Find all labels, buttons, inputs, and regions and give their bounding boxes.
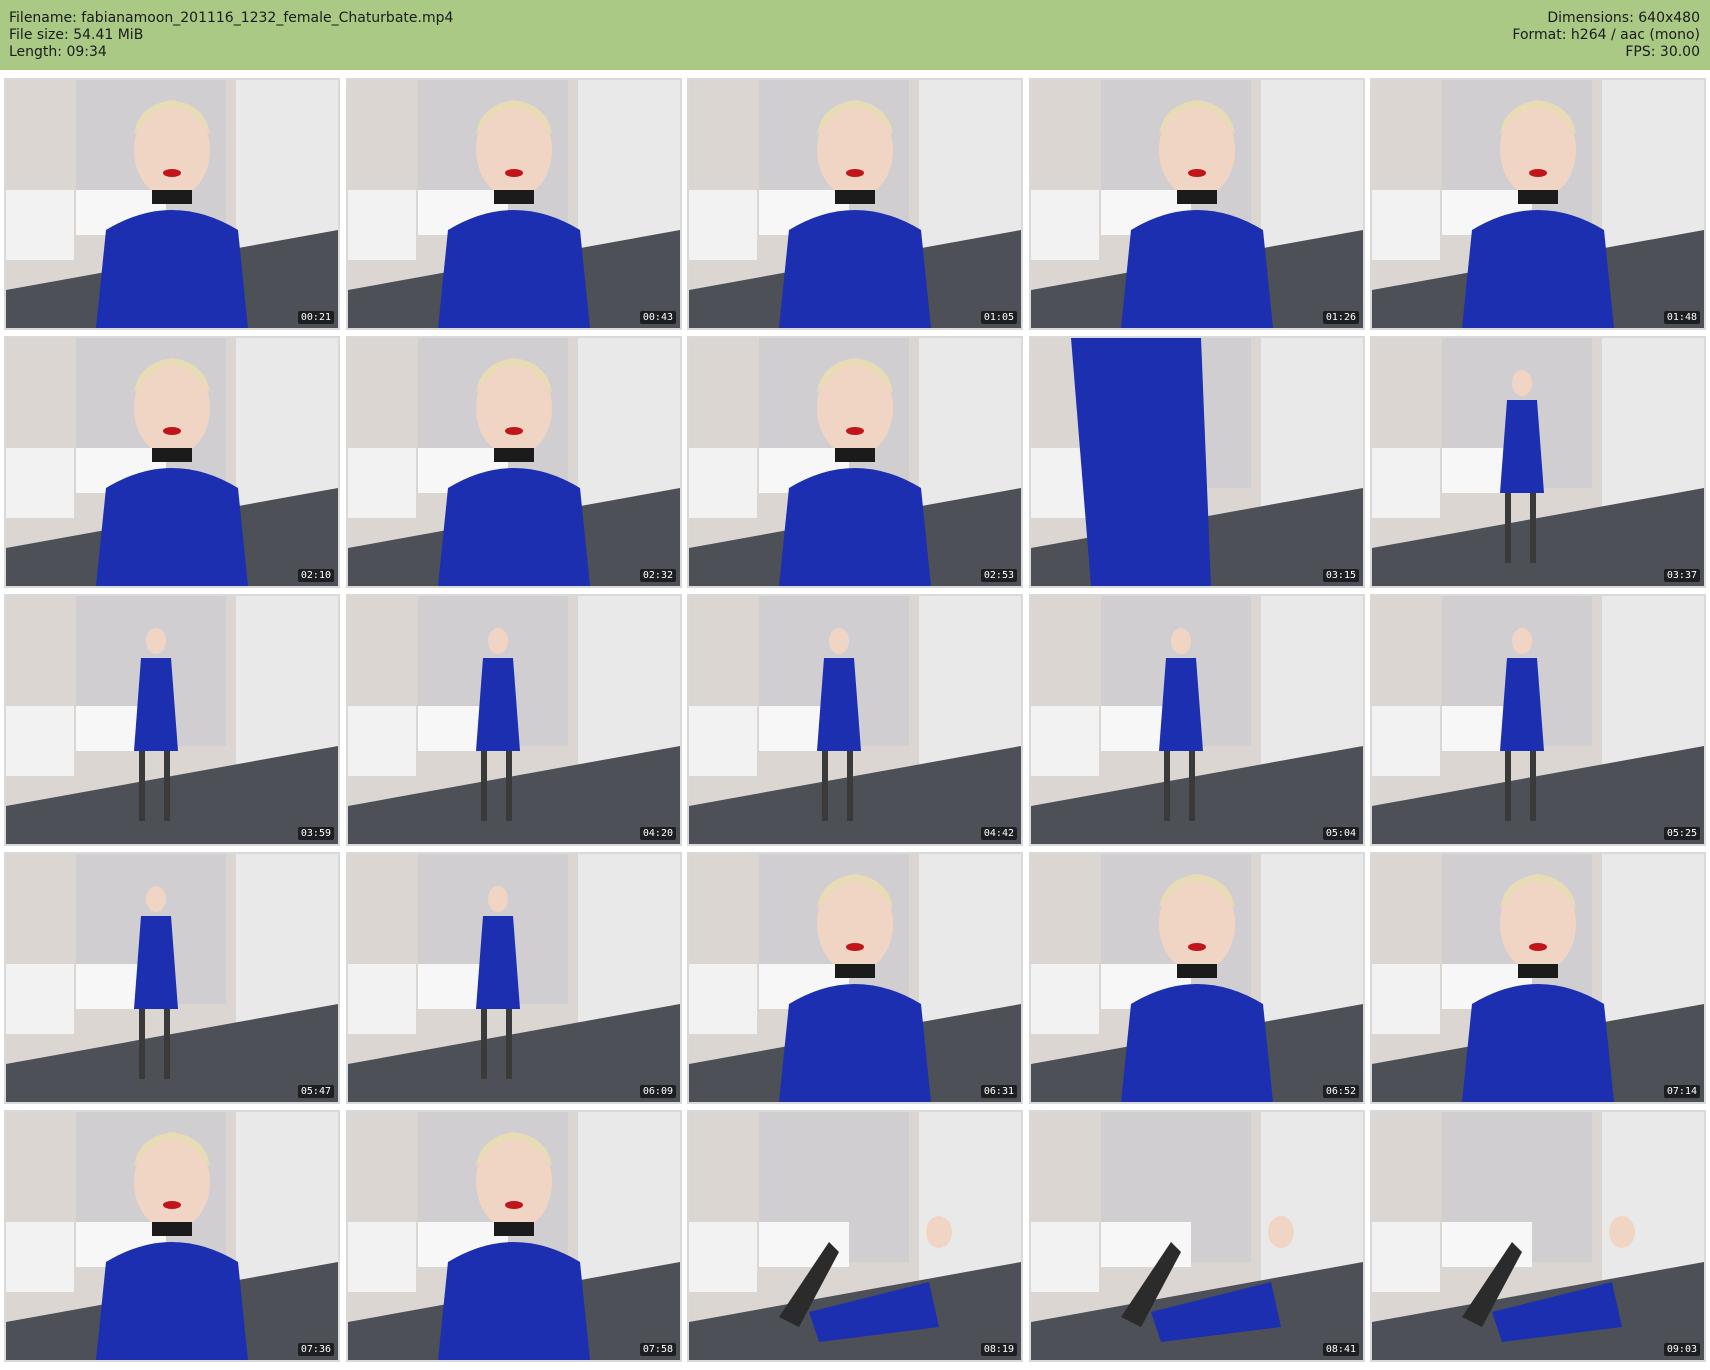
video-thumbnail[interactable]: 04:42 [687, 594, 1023, 846]
length-text: Length: 09:34 [9, 44, 107, 60]
thumbnail-timestamp: 07:14 [1663, 1085, 1700, 1098]
thumbnail-timestamp: 04:42 [980, 827, 1017, 840]
format-text: Format: h264 / aac (mono) [1512, 27, 1700, 43]
thumbnail-timestamp: 07:58 [639, 1343, 676, 1356]
thumbnail-timestamp: 05:47 [297, 1085, 334, 1098]
thumbnail-frame-image [1031, 854, 1363, 1102]
thumbnail-timestamp: 02:53 [980, 569, 1017, 582]
thumbnail-frame-image [1031, 80, 1363, 328]
thumbnail-timestamp: 01:26 [1322, 311, 1359, 324]
thumbnail-frame-image [348, 596, 680, 844]
video-thumbnail[interactable]: 02:10 [4, 336, 340, 588]
video-thumbnail[interactable]: 06:31 [687, 852, 1023, 1104]
video-thumbnail[interactable]: 05:47 [4, 852, 340, 1104]
thumbnail-frame-image [1031, 596, 1363, 844]
thumbnail-timestamp: 02:32 [639, 569, 676, 582]
thumbnail-frame-image [6, 80, 338, 328]
thumbnail-frame-image [348, 854, 680, 1102]
video-thumbnail[interactable]: 00:43 [346, 78, 682, 330]
thumbnail-frame-image [348, 80, 680, 328]
video-thumbnail[interactable]: 07:58 [346, 1110, 682, 1362]
thumbnail-frame-image [1031, 1112, 1363, 1360]
filename-text: Filename: fabianamoon_201116_1232_female… [9, 10, 454, 26]
thumbnail-frame-image [689, 596, 1021, 844]
video-thumbnail[interactable]: 04:20 [346, 594, 682, 846]
thumbnail-frame-image [689, 80, 1021, 328]
video-thumbnail[interactable]: 01:05 [687, 78, 1023, 330]
thumbnail-timestamp: 08:19 [980, 1343, 1017, 1356]
video-thumbnail[interactable]: 08:41 [1029, 1110, 1365, 1362]
file-info-right: Dimensions: 640x480 Format: h264 / aac (… [1512, 10, 1700, 61]
video-thumbnail[interactable]: 03:15 [1029, 336, 1365, 588]
thumbnail-frame-image [6, 596, 338, 844]
thumbnail-timestamp: 04:20 [639, 827, 676, 840]
video-thumbnail[interactable]: 06:09 [346, 852, 682, 1104]
thumbnail-timestamp: 05:25 [1663, 827, 1700, 840]
video-thumbnail[interactable]: 09:03 [1370, 1110, 1706, 1362]
thumbnail-frame-image [689, 854, 1021, 1102]
thumbnail-timestamp: 06:09 [639, 1085, 676, 1098]
thumbnail-frame-image [1372, 1112, 1704, 1360]
file-info-left: Filename: fabianamoon_201116_1232_female… [9, 10, 453, 61]
thumbnail-frame-image [1372, 338, 1704, 586]
thumbnail-timestamp: 03:59 [297, 827, 334, 840]
file-info-header: Filename: fabianamoon_201116_1232_female… [0, 0, 1710, 70]
thumbnail-timestamp: 01:48 [1663, 311, 1700, 324]
thumbnail-frame-image [689, 338, 1021, 586]
video-thumbnail[interactable]: 05:04 [1029, 594, 1365, 846]
filesize-text: File size: 54.41 MiB [9, 27, 144, 43]
thumbnail-frame-image [348, 1112, 680, 1360]
video-thumbnail[interactable]: 02:32 [346, 336, 682, 588]
thumbnail-timestamp: 07:36 [297, 1343, 334, 1356]
thumbnail-frame-image [1372, 80, 1704, 328]
video-thumbnail[interactable]: 07:36 [4, 1110, 340, 1362]
thumbnail-timestamp: 08:41 [1322, 1343, 1359, 1356]
thumbnail-timestamp: 03:15 [1322, 569, 1359, 582]
thumbnail-frame-image [689, 1112, 1021, 1360]
video-thumbnail[interactable]: 03:37 [1370, 336, 1706, 588]
video-thumbnail[interactable]: 01:48 [1370, 78, 1706, 330]
thumbnail-timestamp: 01:05 [980, 311, 1017, 324]
thumbnail-frame-image [6, 338, 338, 586]
thumbnail-frame-image [1031, 338, 1363, 586]
thumbnail-frame-image [6, 1112, 338, 1360]
video-thumbnail[interactable]: 03:59 [4, 594, 340, 846]
thumbnail-frame-image [1372, 596, 1704, 844]
thumbnail-timestamp: 09:03 [1663, 1343, 1700, 1356]
thumbnail-timestamp: 06:52 [1322, 1085, 1359, 1098]
video-thumbnail[interactable]: 01:26 [1029, 78, 1365, 330]
thumbnail-timestamp: 05:04 [1322, 827, 1359, 840]
dimensions-text: Dimensions: 640x480 [1547, 10, 1700, 26]
thumbnail-timestamp: 06:31 [980, 1085, 1017, 1098]
video-thumbnail[interactable]: 05:25 [1370, 594, 1706, 846]
video-thumbnail[interactable]: 07:14 [1370, 852, 1706, 1104]
thumbnail-grid: 00:21 00:43 01:05 01:26 01:48 02:10 02:32 02:53… [0, 74, 1710, 1370]
fps-text: FPS: 30.00 [1625, 44, 1700, 60]
thumbnail-frame-image [348, 338, 680, 586]
thumbnail-frame-image [6, 854, 338, 1102]
thumbnail-timestamp: 02:10 [297, 569, 334, 582]
thumbnail-timestamp: 00:21 [297, 311, 334, 324]
thumbnail-timestamp: 03:37 [1663, 569, 1700, 582]
thumbnail-frame-image [1372, 854, 1704, 1102]
thumbnail-timestamp: 00:43 [639, 311, 676, 324]
video-thumbnail[interactable]: 08:19 [687, 1110, 1023, 1362]
video-thumbnail[interactable]: 00:21 [4, 78, 340, 330]
video-thumbnail[interactable]: 02:53 [687, 336, 1023, 588]
video-thumbnail[interactable]: 06:52 [1029, 852, 1365, 1104]
